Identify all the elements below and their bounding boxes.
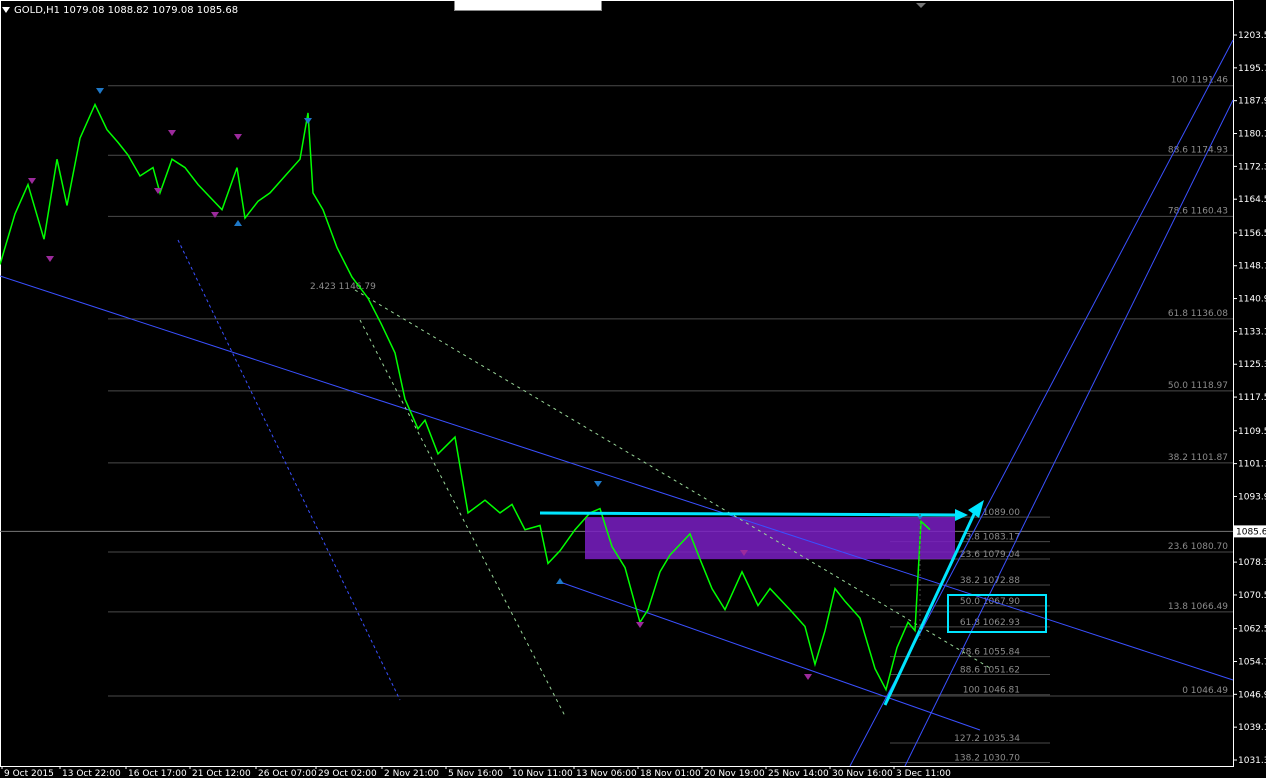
supply-zone	[585, 517, 955, 560]
fib-lower-label: 1089.00	[983, 508, 1020, 518]
current-price-label: 1085.6	[1236, 527, 1266, 537]
channel-line	[904, 99, 1234, 767]
x-tick-label: 5 Nov 16:00	[448, 769, 503, 778]
fib-lower-label: 138.2 1030.70	[954, 754, 1020, 764]
fractal-up-arrow-icon	[556, 578, 564, 584]
x-tick-label: 30 Nov 16:00	[832, 769, 893, 778]
y-tick-label: 1195.7	[1238, 64, 1266, 74]
y-tick-label: 1078.3	[1238, 558, 1266, 568]
y-tick-label: 1187.9	[1238, 97, 1266, 107]
y-tick-label: 1062.5	[1238, 625, 1266, 635]
x-tick-label: 20 Nov 19:00	[704, 769, 765, 778]
y-tick-label: 1117.5	[1238, 393, 1266, 403]
fractal-down-arrow-icon	[168, 130, 176, 136]
y-tick-label: 1125.3	[1238, 360, 1266, 370]
y-tick-label: 1054.7	[1238, 657, 1266, 667]
fib-lower-label: 78.6 1055.84	[960, 648, 1020, 658]
x-tick-label: 29 Oct 02:00	[318, 769, 377, 778]
fib-lower-label: 50.0 1067.90	[960, 597, 1020, 607]
x-tick-label: 16 Oct 17:00	[128, 769, 187, 778]
fractal-down-arrow-icon	[804, 674, 812, 680]
fractal-down-arrow-icon	[636, 622, 644, 628]
fib-level-label: 13.8 1066.49	[1168, 602, 1228, 612]
fractal-down-arrow-icon	[46, 256, 54, 262]
y-tick-label: 1046.9	[1238, 690, 1266, 700]
fib-lower-label: 3.8 1083.17	[966, 533, 1020, 543]
y-tick-label: 1172.3	[1238, 162, 1266, 172]
y-tick-label: 1093.9	[1238, 492, 1266, 502]
fractal-down-arrow-icon	[234, 134, 242, 140]
fractal-down-arrow-icon	[28, 178, 36, 184]
x-tick-label: 26 Oct 07:00	[258, 769, 317, 778]
trendline-annotation: 2.423 1146.79	[310, 282, 376, 292]
fib-level-label: 23.6 1080.70	[1168, 542, 1228, 552]
channel-line	[177, 239, 401, 701]
fib-lower-label: 61.8 1062.93	[960, 618, 1020, 628]
fib-level-label: 100 1191.46	[1171, 76, 1229, 86]
price-chart[interactable]: 1203.5 1195.7 1187.9 1180.1 1172.3 1164.5 1156…	[0, 0, 1266, 778]
y-tick-label: 1133.1	[1238, 327, 1266, 337]
dotted-trend-line	[354, 289, 991, 669]
fib-level-label: 61.8 1136.08	[1168, 309, 1228, 319]
y-tick-label: 1031.3	[1238, 756, 1266, 766]
y-tick-label: 1070.5	[1238, 591, 1266, 601]
y-tick-label: 1180.1	[1238, 130, 1266, 140]
y-tick-label: 1039.1	[1238, 723, 1266, 733]
y-tick-label: 1148.7	[1238, 262, 1266, 272]
fib-level-label: 50.0 1118.97	[1168, 381, 1228, 391]
y-tick-label: 1203.5	[1238, 31, 1266, 41]
y-tick-label: 1156.5	[1238, 229, 1266, 239]
y-tick-label: 1164.5	[1238, 195, 1266, 205]
x-tick-label: 10 Nov 11:00	[512, 769, 573, 778]
arrowhead-icon	[955, 509, 968, 521]
y-tick-label: 1140.9	[1238, 295, 1266, 305]
fractal-down-arrow-icon	[211, 212, 219, 218]
x-tick-label: 21 Oct 12:00	[192, 769, 251, 778]
y-tick-label: 1101.7	[1238, 460, 1266, 470]
horizontal-arrow	[539, 511, 961, 517]
fractal-up-arrow-icon	[594, 481, 602, 487]
dotted-trend-line	[359, 319, 566, 717]
fractal-up-arrow-icon	[304, 118, 312, 124]
fib-lower-label: 127.2 1035.34	[954, 734, 1020, 744]
fib-lower-label: 100 1046.81	[963, 686, 1020, 696]
fib-lower-label: 23.6 1079.04	[960, 550, 1020, 560]
price-series-line	[0, 102, 931, 692]
x-tick-label: 3 Dec 11:00	[896, 769, 951, 778]
y-tick-label: 1109.5	[1238, 427, 1266, 437]
x-tick-label: 13 Nov 06:00	[576, 769, 637, 778]
fractal-up-arrow-icon	[96, 88, 104, 94]
plot-frame	[0, 0, 1234, 767]
channel-line	[0, 275, 1234, 681]
x-tick-label: 13 Oct 22:00	[62, 769, 121, 778]
x-tick-label: 25 Nov 14:00	[768, 769, 829, 778]
x-tick-label: 18 Nov 01:00	[640, 769, 701, 778]
arrowhead-icon	[968, 500, 984, 518]
fractal-up-arrow-icon	[234, 220, 242, 226]
x-tick-label: 2 Nov 21:00	[384, 769, 439, 778]
fib-level-label: 38.2 1101.87	[1168, 453, 1228, 463]
fib-lower-label: 88.6 1051.62	[960, 665, 1020, 675]
fib-lower-label: 38.2 1072.88	[960, 576, 1020, 586]
fib-level-label: 0 1046.49	[1182, 686, 1228, 696]
x-tick-label: 9 Oct 2015	[4, 769, 54, 778]
